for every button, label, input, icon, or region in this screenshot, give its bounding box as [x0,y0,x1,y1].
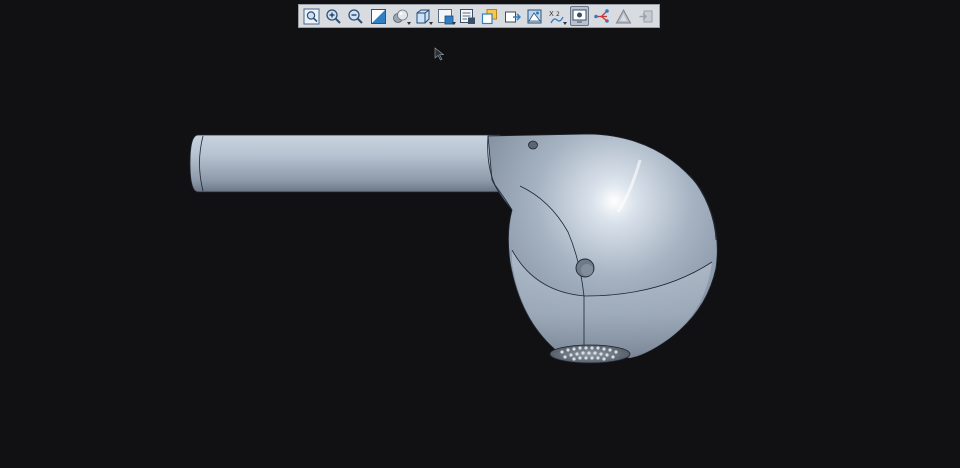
render-button[interactable] [614,6,633,26]
svg-text:X: X [549,10,554,18]
section-view-button[interactable] [436,6,456,26]
appearance-button[interactable] [525,6,544,26]
curvature-icon [594,8,609,23]
render-icon [615,8,632,23]
display-style-button[interactable] [391,6,411,26]
graphics-viewport[interactable] [0,0,960,464]
zoom-out-icon [348,8,364,24]
copy-view-button[interactable] [480,6,499,26]
exit-icon [639,10,653,22]
heads-up-view-toolbar: X 2 [298,4,660,28]
zoom-fit-button[interactable] [302,6,321,26]
display-pane-icon [459,8,475,24]
zoom-in-icon [326,8,341,24]
speaker-mesh [549,344,631,364]
mouse-cursor-icon [434,46,446,65]
zoom-area-button[interactable] [369,6,388,26]
curvature-button[interactable] [592,6,611,26]
zoom-in-button[interactable] [324,6,343,26]
edit-scene-button[interactable]: X 2 [547,6,568,26]
display-pane-button[interactable] [458,6,477,26]
appearance-icon [527,9,542,23]
view-settings-button[interactable] [569,6,589,26]
exit-button[interactable] [637,6,656,26]
zoom-area-icon [370,8,386,24]
view-settings-icon [572,9,587,23]
view-orientation-button[interactable] [413,6,434,26]
copy-view-icon [482,8,498,24]
hide-show-icon [504,11,521,22]
hide-show-button[interactable] [503,6,522,26]
earbud-head [487,133,718,359]
earbud-stem [189,134,506,193]
zoom-fit-icon [303,8,320,24]
earbud-model[interactable] [0,0,960,464]
zoom-out-button[interactable] [347,6,366,26]
svg-text:2: 2 [556,11,560,18]
